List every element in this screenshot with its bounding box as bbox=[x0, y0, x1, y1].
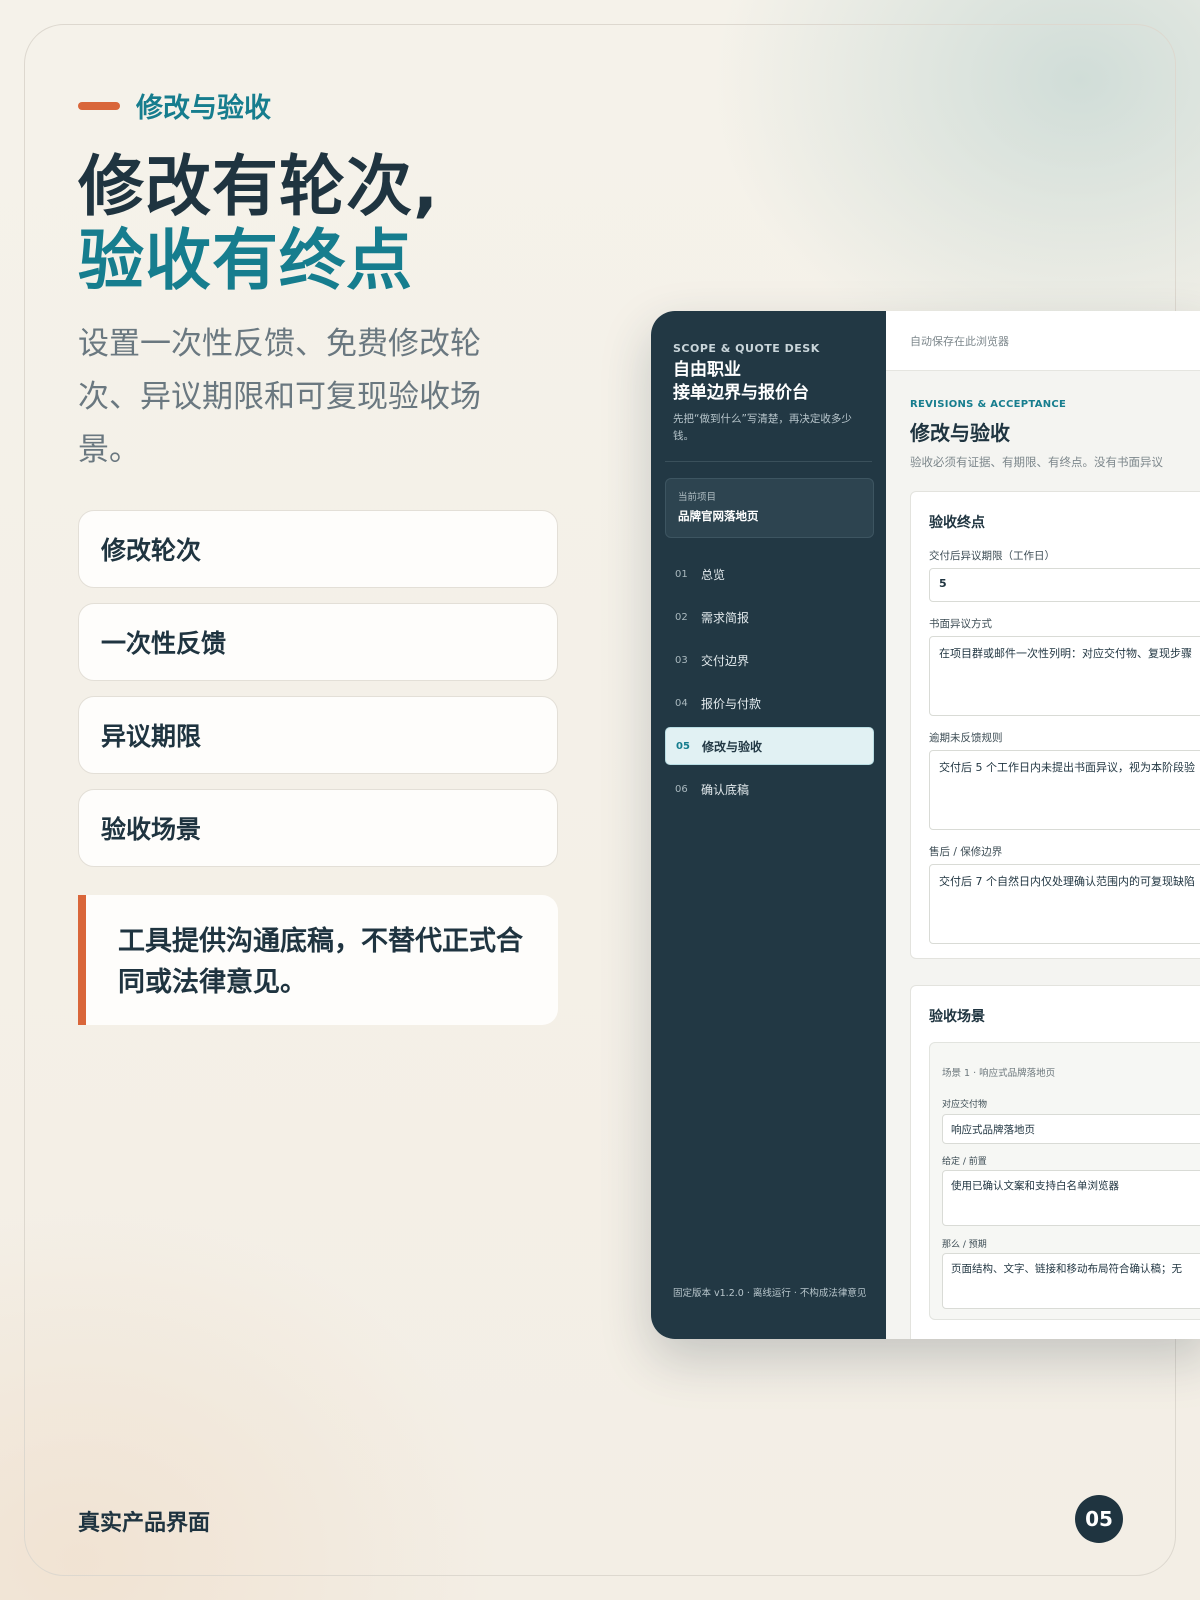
acceptance-endpoint-panel: 验收终点 交付后异议期限（工作日） 5 书面异议方式 在项目群或邮件一次性列明：… bbox=[910, 491, 1200, 959]
current-project-label: 当前项目 bbox=[678, 492, 717, 503]
nav-number: 04 bbox=[675, 697, 688, 709]
sidebar-item-revisions[interactable]: 05 修改与验收 bbox=[665, 727, 874, 765]
no-feedback-rule-textarea[interactable]: 交付后 5 个工作日内未提出书面异议，视为本阶段验 bbox=[929, 750, 1200, 830]
sidebar-divider bbox=[665, 461, 872, 462]
sidebar-footer: 固定版本 v1.2.0 · 离线运行 · 不构成法律意见 bbox=[673, 1288, 867, 1299]
field-label: 交付后异议期限（工作日） bbox=[929, 550, 1055, 562]
nav-label: 报价与付款 bbox=[701, 696, 762, 711]
app-topbar: 自动保存在此浏览器 bbox=[886, 311, 1200, 371]
eyebrow-text: 修改与验收 bbox=[136, 93, 271, 124]
headline: 修改有轮次, 验收有终点 bbox=[78, 150, 439, 298]
headline-line-2: 验收有终点 bbox=[78, 222, 413, 299]
objection-method-textarea[interactable]: 在项目群或邮件一次性列明：对应交付物、复现步骤 bbox=[929, 636, 1200, 716]
field-label: 逾期未反馈规则 bbox=[929, 732, 1003, 744]
deliverable-input[interactable]: 响应式品牌落地页 bbox=[942, 1114, 1200, 1144]
feature-card-revision-rounds: 修改轮次 bbox=[78, 510, 558, 588]
brand-title-line-2: 接单边界与报价台 bbox=[673, 383, 809, 403]
warranty-boundary-textarea[interactable]: 交付后 7 个自然日内仅处理确认范围内的可复现缺陷 bbox=[929, 864, 1200, 944]
section-kicker: REVISIONS & ACCEPTANCE bbox=[910, 399, 1067, 410]
sidebar-item-scope[interactable]: 03 交付边界 bbox=[665, 641, 874, 679]
app-sidebar: SCOPE & QUOTE DESK 自由职业 接单边界与报价台 先把“做到什么… bbox=[651, 311, 886, 1339]
scenario-card: 场景 1 · 响应式品牌落地页 对应交付物 响应式品牌落地页 给定 / 前置 使… bbox=[929, 1042, 1200, 1320]
brand-title-line-1: 自由职业 bbox=[673, 360, 741, 380]
sidebar-item-brief[interactable]: 02 需求简报 bbox=[665, 598, 874, 636]
nav-label: 修改与验收 bbox=[702, 739, 763, 754]
page-number-badge: 05 bbox=[1075, 1495, 1123, 1543]
sidebar-item-confirm[interactable]: 06 确认底稿 bbox=[665, 770, 874, 808]
sidebar-item-overview[interactable]: 01 总览 bbox=[665, 555, 874, 593]
nav-label: 交付边界 bbox=[701, 653, 750, 668]
field-label: 给定 / 前置 bbox=[942, 1157, 987, 1167]
footer-label: 真实产品界面 bbox=[78, 1511, 211, 1536]
section-title: 修改与验收 bbox=[910, 421, 1010, 445]
field-label: 那么 / 预期 bbox=[942, 1240, 987, 1250]
sidebar-item-pricing[interactable]: 04 报价与付款 bbox=[665, 684, 874, 722]
nav-number: 05 bbox=[676, 740, 690, 752]
panel-title: 验收场景 bbox=[929, 1009, 985, 1025]
autosave-status: 自动保存在此浏览器 bbox=[910, 334, 1009, 348]
current-project-selector[interactable]: 当前项目 品牌官网落地页 bbox=[665, 478, 874, 538]
eyebrow-accent-bar bbox=[78, 101, 120, 110]
nav-number: 03 bbox=[675, 654, 688, 666]
field-label: 售后 / 保修边界 bbox=[929, 846, 1003, 858]
feature-card-one-time-feedback: 一次性反馈 bbox=[78, 603, 558, 681]
feature-cards: 修改轮次 一次性反馈 异议期限 验收场景 bbox=[78, 510, 558, 882]
panel-title: 验收终点 bbox=[929, 515, 985, 531]
brand-kicker: SCOPE & QUOTE DESK bbox=[673, 342, 820, 355]
brand-subtitle: 先把“做到什么”写清楚，再决定收多少钱。 bbox=[673, 413, 852, 442]
scenario-title: 场景 1 · 响应式品牌落地页 bbox=[942, 1068, 1056, 1079]
feature-card-objection-period: 异议期限 bbox=[78, 696, 558, 774]
acceptance-scenario-panel: 验收场景 场景 1 · 响应式品牌落地页 对应交付物 响应式品牌落地页 给定 /… bbox=[910, 985, 1200, 1339]
current-project-name: 品牌官网落地页 bbox=[678, 509, 759, 523]
then-textarea[interactable]: 页面结构、文字、链接和移动布局符合确认稿；无 bbox=[942, 1253, 1200, 1309]
field-label: 书面异议方式 bbox=[929, 618, 992, 630]
nav-number: 01 bbox=[675, 568, 688, 580]
given-textarea[interactable]: 使用已确认文案和支持白名单浏览器 bbox=[942, 1170, 1200, 1226]
nav-number: 02 bbox=[675, 611, 688, 623]
section-eyebrow: 修改与验收 bbox=[78, 86, 271, 125]
sidebar-nav: 01 总览 02 需求简报 03 交付边界 04 报价与付款 05 修改与验收 … bbox=[665, 555, 874, 813]
nav-label: 确认底稿 bbox=[701, 782, 750, 797]
objection-days-input[interactable]: 5 bbox=[929, 568, 1200, 602]
disclaimer-note: 工具提供沟通底稿，不替代正式合同或法律意见。 bbox=[78, 895, 558, 1025]
subcopy: 设置一次性反馈、免费修改轮次、异议期限和可复现验收场景。 bbox=[78, 326, 481, 468]
feature-card-acceptance-scenarios: 验收场景 bbox=[78, 789, 558, 867]
app-main: 自动保存在此浏览器 REVISIONS & ACCEPTANCE 修改与验收 验… bbox=[886, 311, 1200, 1339]
brand-title: 自由职业 接单边界与报价台 bbox=[673, 359, 809, 405]
nav-label: 需求简报 bbox=[701, 610, 750, 625]
nav-number: 06 bbox=[675, 783, 688, 795]
section-description: 验收必须有证据、有期限、有终点。没有书面异议 bbox=[910, 455, 1163, 469]
field-label: 对应交付物 bbox=[942, 1100, 988, 1110]
app-screenshot: SCOPE & QUOTE DESK 自由职业 接单边界与报价台 先把“做到什么… bbox=[651, 311, 1200, 1339]
headline-line-1: 修改有轮次, bbox=[78, 148, 440, 225]
nav-label: 总览 bbox=[701, 567, 726, 582]
